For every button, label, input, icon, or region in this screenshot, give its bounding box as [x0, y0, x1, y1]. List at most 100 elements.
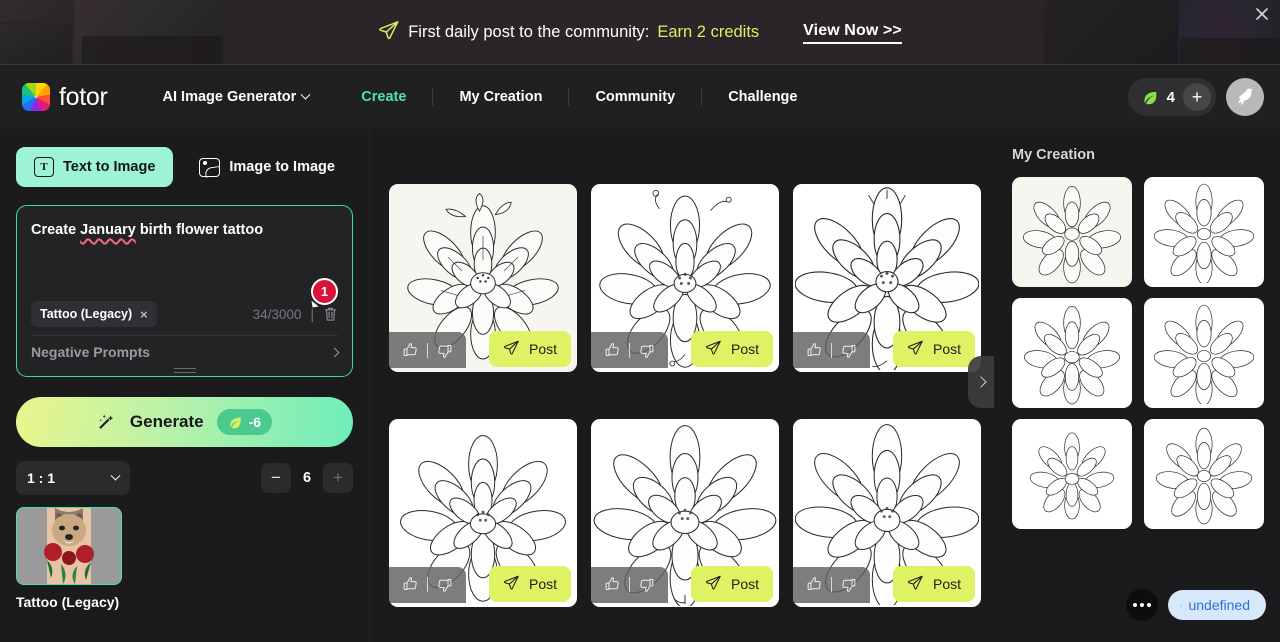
- result-card[interactable]: Post: [793, 418, 981, 607]
- magic-wand-icon: [97, 412, 117, 432]
- thumbs-up-icon[interactable]: [604, 576, 621, 593]
- nav-item-create[interactable]: Create: [335, 89, 432, 105]
- model-name-label: Tattoo (Legacy): [16, 594, 120, 610]
- results-panel: Post Post Post Post Post Post: [370, 129, 1000, 642]
- creation-thumbnail[interactable]: [1012, 298, 1132, 408]
- next-page-button[interactable]: [968, 356, 994, 408]
- result-card[interactable]: Post: [389, 184, 577, 372]
- increment-button[interactable]: +: [323, 463, 353, 493]
- send-icon: [503, 574, 520, 594]
- card-controls: Post: [793, 331, 981, 372]
- prompt-divider: [31, 335, 338, 336]
- creation-thumbnail[interactable]: [1012, 419, 1132, 529]
- credits-pill[interactable]: 4 +: [1127, 78, 1216, 116]
- fotor-logo[interactable]: fotor: [22, 83, 108, 112]
- chat-assistant-button[interactable]: ◦ undefined: [1167, 590, 1266, 620]
- flower-illustration: [1029, 432, 1115, 520]
- nav-item-ai-image-generator[interactable]: AI Image Generator: [163, 89, 336, 105]
- avatar[interactable]: [1226, 78, 1264, 116]
- negative-prompts-label: Negative Prompts: [31, 344, 151, 360]
- nav-item-label: Community: [595, 89, 676, 105]
- result-card[interactable]: Post: [389, 418, 577, 607]
- counter-separator: |: [310, 306, 314, 322]
- aspect-ratio-select[interactable]: 1 : 1: [16, 461, 130, 495]
- selected-model-card: Tattoo (Legacy): [16, 507, 122, 610]
- card-controls: Post: [389, 331, 577, 372]
- nav-item-challenge[interactable]: Challenge: [702, 89, 823, 105]
- post-label: Post: [528, 341, 557, 357]
- add-credits-button[interactable]: +: [1183, 83, 1211, 111]
- model-thumbnail[interactable]: [16, 507, 122, 585]
- text-icon: T: [34, 157, 54, 177]
- more-dots-icon[interactable]: [1125, 589, 1158, 621]
- flower-illustration: [1155, 427, 1253, 525]
- nav-item-community[interactable]: Community: [569, 89, 701, 105]
- char-count-value: 34/3000: [252, 306, 302, 322]
- promo-lead-text: First daily post to the community:: [408, 23, 650, 41]
- post-button[interactable]: Post: [892, 331, 975, 367]
- thumbs-down-icon[interactable]: [638, 342, 655, 359]
- chevron-down-icon: [300, 89, 311, 100]
- post-button[interactable]: Post: [488, 565, 571, 602]
- thumbs-down-icon[interactable]: [638, 576, 655, 593]
- post-button[interactable]: Post: [488, 331, 571, 367]
- post-button[interactable]: Post: [892, 565, 975, 602]
- result-card[interactable]: Post: [793, 184, 981, 372]
- thumbs-up-icon[interactable]: [402, 576, 419, 593]
- result-card[interactable]: Post: [591, 418, 779, 607]
- nav-item-my-creation[interactable]: My Creation: [433, 89, 568, 105]
- post-button[interactable]: Post: [690, 565, 773, 602]
- credits-count: 4: [1166, 88, 1175, 106]
- resize-handle[interactable]: [173, 368, 196, 373]
- nav-item-label: My Creation: [459, 89, 543, 105]
- panel-title: My Creation: [1012, 147, 1095, 163]
- prompt-box[interactable]: Create January birth flower tattoo 1 Tat…: [16, 205, 353, 377]
- thumbs-down-icon[interactable]: [840, 576, 857, 593]
- creation-thumbnail[interactable]: [1144, 177, 1264, 287]
- generate-cost-pill: -6: [216, 409, 273, 435]
- trash-icon[interactable]: [323, 306, 338, 322]
- decrement-button[interactable]: −: [261, 463, 291, 493]
- model-chip[interactable]: Tattoo (Legacy) ×: [31, 301, 157, 327]
- post-button[interactable]: Post: [690, 331, 773, 367]
- post-label: Post: [730, 575, 759, 592]
- model-chip-label: Tattoo (Legacy): [40, 307, 133, 321]
- thumbs-up-icon[interactable]: [806, 342, 823, 359]
- flower-illustration: [1153, 304, 1255, 404]
- thumbs-up-icon[interactable]: [806, 576, 823, 593]
- tab-label: Image to Image: [229, 159, 335, 175]
- creation-thumbnail[interactable]: [1144, 298, 1264, 408]
- result-card[interactable]: Post: [591, 184, 779, 372]
- tab-text-to-image[interactable]: T Text to Image: [16, 147, 174, 187]
- vote-group: [591, 332, 668, 368]
- floating-action-row: ◦ undefined: [1125, 589, 1266, 621]
- negative-prompts-row[interactable]: Negative Prompts: [31, 338, 340, 366]
- thumbs-down-icon[interactable]: [436, 342, 453, 359]
- prompt-input[interactable]: Create January birth flower tattoo: [31, 220, 338, 240]
- creation-thumbnail[interactable]: [1144, 419, 1264, 529]
- tab-image-to-image[interactable]: Image to Image: [181, 147, 353, 187]
- thumbs-up-icon[interactable]: [604, 342, 621, 359]
- vote-divider: [831, 577, 832, 592]
- vote-group: [793, 332, 870, 368]
- send-icon: [503, 339, 520, 359]
- nav-item-label: AI Image Generator: [162, 89, 297, 105]
- creation-thumbnail[interactable]: [1012, 177, 1132, 287]
- chevron-down-icon: [110, 470, 121, 481]
- tab-label: Text to Image: [63, 159, 156, 175]
- generate-button[interactable]: Generate -6: [16, 397, 353, 447]
- thumbs-up-icon[interactable]: [402, 342, 419, 359]
- results-grid: Post Post Post Post Post Post: [389, 184, 981, 642]
- my-creation-grid: [1012, 177, 1264, 529]
- send-icon: [907, 574, 924, 594]
- thumbs-down-icon[interactable]: [436, 576, 453, 593]
- vote-group: [591, 566, 668, 603]
- close-icon[interactable]: [1254, 8, 1270, 24]
- thumbs-down-icon[interactable]: [840, 342, 857, 359]
- fotor-logo-icon: [22, 83, 50, 111]
- vote-divider: [427, 577, 428, 592]
- close-icon[interactable]: ×: [140, 307, 148, 322]
- prompt-footer-row: Tattoo (Legacy) × 34/3000 |: [31, 301, 338, 327]
- card-controls: Post: [591, 565, 779, 607]
- view-now-link[interactable]: View Now >>: [803, 22, 902, 44]
